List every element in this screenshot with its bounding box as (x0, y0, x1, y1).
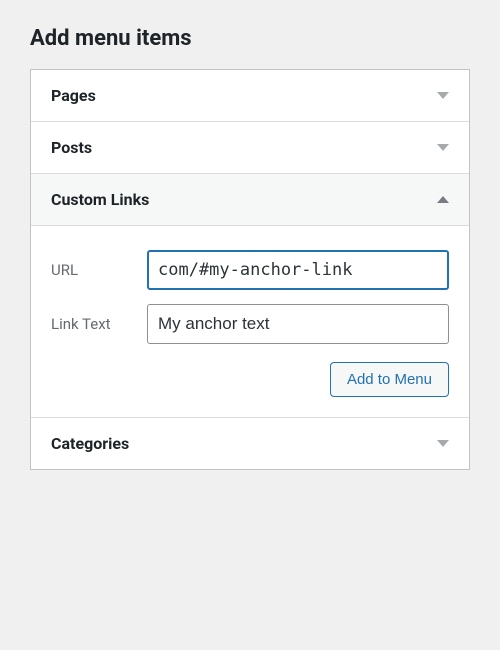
accordion-header-custom-links[interactable]: Custom Links (31, 174, 469, 225)
custom-links-form: URL Link Text Add to Menu (31, 225, 469, 417)
accordion-item-pages: Pages (31, 70, 469, 122)
menu-items-accordion: Pages Posts Custom Links URL Link Text (30, 69, 470, 470)
link-text-label: Link Text (51, 315, 147, 333)
url-input[interactable] (147, 250, 449, 290)
link-text-input[interactable] (147, 304, 449, 344)
chevron-up-icon (437, 196, 449, 203)
accordion-title: Categories (51, 434, 129, 453)
chevron-down-icon (437, 144, 449, 151)
add-to-menu-button[interactable]: Add to Menu (330, 362, 449, 397)
accordion-item-categories: Categories (31, 418, 469, 469)
accordion-header-categories[interactable]: Categories (31, 418, 469, 469)
url-label: URL (51, 261, 147, 279)
chevron-down-icon (437, 440, 449, 447)
accordion-title: Posts (51, 138, 92, 157)
chevron-down-icon (437, 92, 449, 99)
section-heading: Add menu items (30, 26, 470, 51)
accordion-item-custom-links: Custom Links URL Link Text Add to Menu (31, 174, 469, 418)
accordion-title: Custom Links (51, 190, 149, 209)
accordion-title: Pages (51, 86, 96, 105)
accordion-header-pages[interactable]: Pages (31, 70, 469, 121)
accordion-header-posts[interactable]: Posts (31, 122, 469, 173)
accordion-item-posts: Posts (31, 122, 469, 174)
